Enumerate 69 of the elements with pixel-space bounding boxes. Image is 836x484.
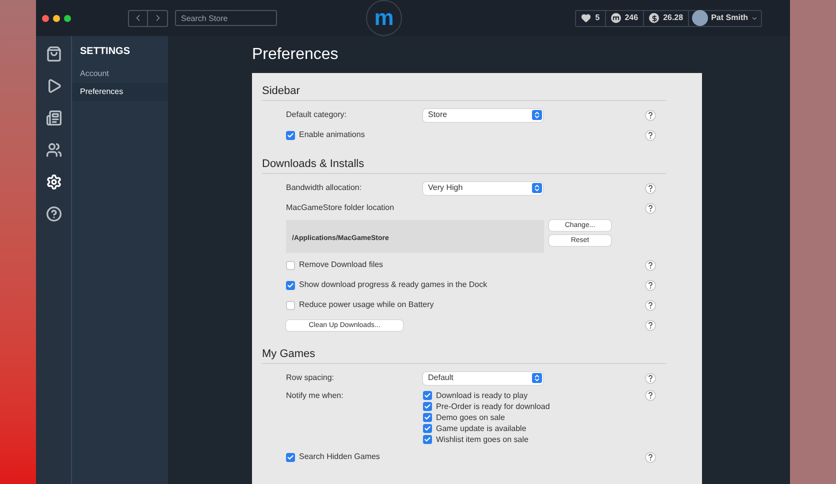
maximize-window-icon[interactable] <box>64 14 71 22</box>
help-icon[interactable] <box>645 182 656 194</box>
checkbox[interactable] <box>423 391 432 400</box>
section-title: Sidebar <box>262 81 666 101</box>
help-icon[interactable] <box>645 390 656 401</box>
checkbox-label: Reduce power usage while on Battery <box>299 299 434 311</box>
checkbox-label: Enable animations <box>299 129 365 141</box>
checkbox[interactable] <box>423 413 432 422</box>
settings-heading: SETTINGS <box>79 45 132 59</box>
checkbox-label: Pre-Order is ready for download <box>436 400 550 412</box>
checkbox-label: Remove Download files <box>299 259 384 271</box>
checkbox[interactable] <box>286 260 295 270</box>
settings-icon[interactable] <box>44 172 63 191</box>
users-icon[interactable] <box>44 140 63 159</box>
m-coin-icon <box>610 13 621 23</box>
help-icon[interactable] <box>645 280 656 290</box>
stat-value: 26.28 <box>663 12 684 24</box>
setting-label: Default category: <box>286 109 348 121</box>
checkbox[interactable] <box>286 130 295 140</box>
search-field[interactable]: Search Store <box>175 10 277 26</box>
stat-value: 246 <box>624 12 638 24</box>
heart-icon <box>581 13 592 23</box>
stepper-icon <box>532 183 542 193</box>
help-icon[interactable] <box>645 452 656 462</box>
caret-icon <box>751 14 758 22</box>
checkbox[interactable] <box>423 402 432 411</box>
stepper-icon <box>532 110 542 120</box>
avatar-icon <box>692 10 708 26</box>
checkbox-label: Demo goes on sale <box>436 412 505 424</box>
setting-label: Notify me when: <box>286 390 344 402</box>
setting-label: Bandwidth allocation: <box>286 182 363 194</box>
section-title: Downloads & Installs <box>262 154 666 174</box>
stat-value: 5 <box>595 12 600 24</box>
help-icon[interactable] <box>645 260 656 270</box>
help-icon[interactable] <box>645 300 656 310</box>
close-window-icon[interactable] <box>42 14 49 22</box>
minimize-window-icon[interactable] <box>53 14 60 22</box>
checkbox[interactable] <box>286 452 295 462</box>
help-icon[interactable] <box>645 110 656 120</box>
settings-nav-item[interactable]: Account <box>72 65 168 83</box>
stepper-icon <box>532 373 542 383</box>
newspaper-icon[interactable] <box>44 108 63 127</box>
setting-label: Row spacing: <box>286 372 336 384</box>
checkbox-label: Search Hidden Games <box>299 451 380 463</box>
account-bar[interactable]: 5 246 26.28 Pat Smith <box>575 10 762 26</box>
checkbox[interactable] <box>423 424 432 433</box>
section-title: My Games <box>262 344 666 364</box>
help-icon[interactable] <box>44 204 63 223</box>
help-icon[interactable] <box>645 320 656 330</box>
dropdown[interactable]: Store <box>423 108 543 122</box>
bag-icon[interactable] <box>44 44 63 63</box>
help-icon[interactable] <box>645 202 656 214</box>
settings-nav-item[interactable]: Preferences <box>72 83 168 101</box>
checkbox[interactable] <box>423 435 432 444</box>
user-name: Pat Smith <box>711 12 748 24</box>
dollar-coin-icon <box>649 13 660 23</box>
help-icon[interactable] <box>645 372 656 384</box>
page-title: Preferences <box>252 45 340 65</box>
checkbox[interactable] <box>286 280 295 290</box>
setting-label: MacGameStore folder location <box>286 202 394 214</box>
dropdown[interactable]: Default <box>423 372 543 384</box>
dropdown[interactable]: Very High <box>423 182 543 194</box>
checkbox-label: Download is ready to play <box>436 390 528 402</box>
checkbox-label: Wishlist item goes on sale <box>436 434 528 446</box>
logo[interactable]: m <box>366 0 402 36</box>
checkbox-label: Game update is available <box>436 422 526 434</box>
checkbox[interactable] <box>286 300 295 310</box>
help-icon[interactable] <box>645 130 656 140</box>
checkbox-label: Show download progress & ready games in the Dock <box>299 279 488 291</box>
